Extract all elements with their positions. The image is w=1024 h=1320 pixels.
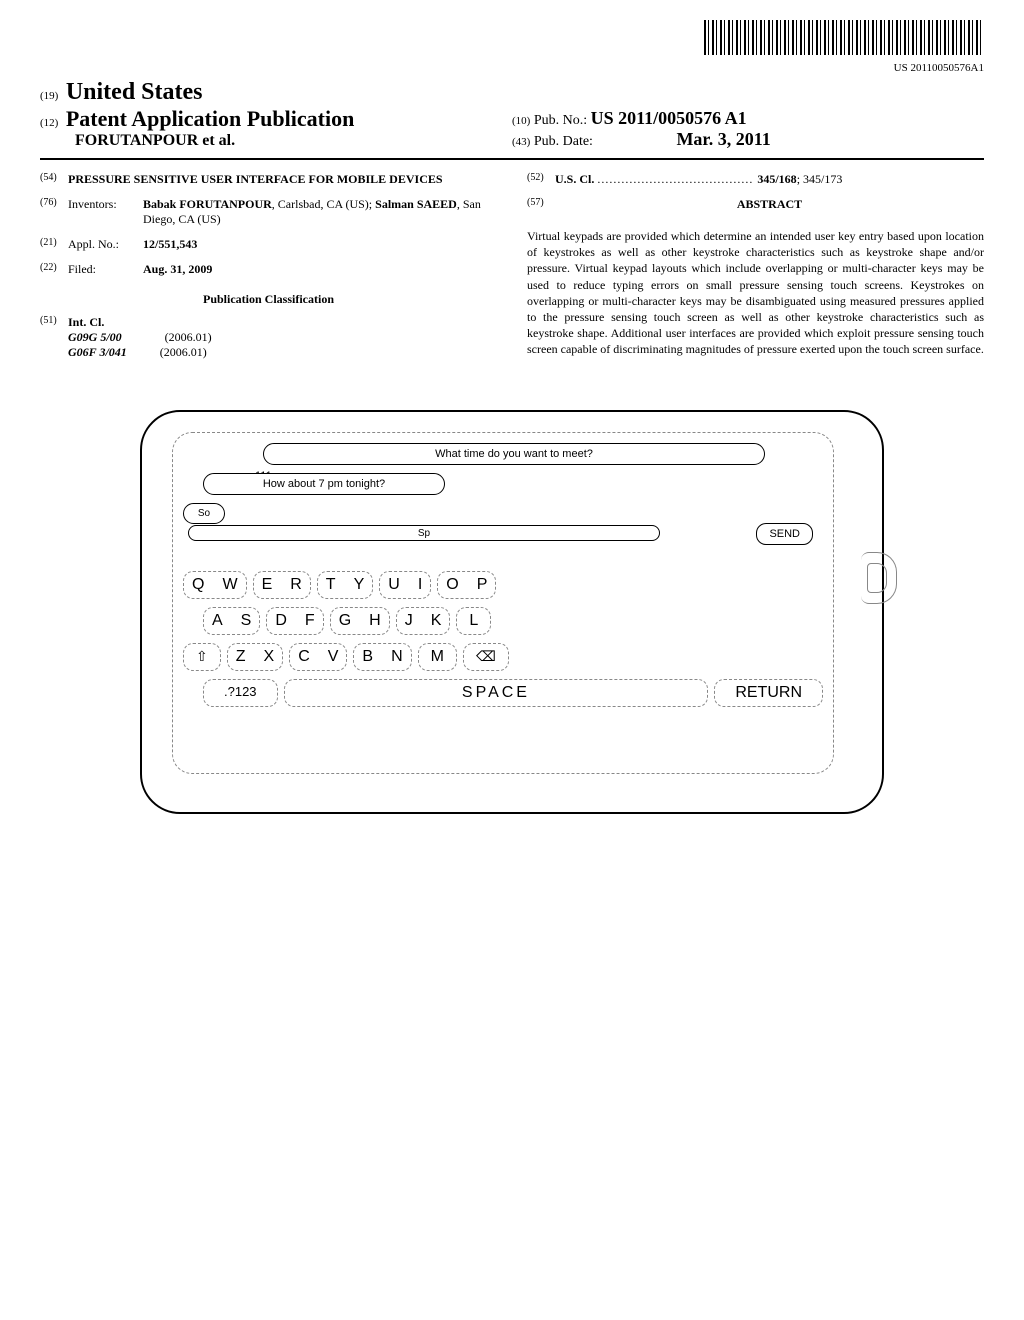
- key-y: Y: [354, 576, 365, 594]
- key-t: T: [326, 576, 336, 594]
- space-key: SPACE: [284, 679, 709, 707]
- key-d: D: [275, 612, 287, 630]
- key-z: Z: [236, 648, 246, 666]
- device-outline: What time do you want to meet? How about…: [140, 410, 884, 814]
- pub-class-title: Publication Classification: [40, 292, 497, 307]
- chat-bubble-3: So: [183, 503, 225, 524]
- return-key: RETURN: [714, 679, 823, 707]
- abstract-title: ABSTRACT: [555, 197, 984, 212]
- pub-no-num: (10): [512, 115, 530, 127]
- authors-header: FORUTANPOUR et al.: [75, 132, 512, 150]
- key-o: O: [446, 576, 458, 594]
- pub-type-num: (12): [40, 117, 58, 129]
- patent-figure: What time do you want to meet? How about…: [40, 410, 984, 814]
- key-r: R: [290, 576, 302, 594]
- key-f: F: [305, 612, 315, 630]
- home-button-icon: [861, 552, 897, 604]
- inventors: Babak FORUTANPOUR, Carlsbad, CA (US); Sa…: [143, 197, 497, 227]
- intcl-num: (51): [40, 315, 68, 360]
- inventors-num: (76): [40, 197, 68, 227]
- shift-key: ⇧: [183, 643, 221, 671]
- patent-title: PRESSURE SENSITIVE USER INTERFACE FOR MO…: [68, 172, 443, 187]
- key-u: U: [388, 576, 400, 594]
- pub-no: US 2011/0050576 A1: [591, 108, 747, 128]
- symbol-key: .?123: [203, 679, 278, 707]
- filed-val: Aug. 31, 2009: [143, 262, 497, 277]
- barcode: [704, 20, 984, 55]
- filed-num: (22): [40, 262, 68, 277]
- send-button: SEND: [756, 523, 813, 545]
- key-e: E: [262, 576, 273, 594]
- key-q: Q: [192, 576, 204, 594]
- inventors-label: Inventors:: [68, 197, 143, 227]
- key-v: V: [328, 648, 339, 666]
- pub-date: Mar. 3, 2011: [676, 129, 770, 149]
- key-w: W: [222, 576, 237, 594]
- uscl-val: 345/168: [757, 172, 796, 186]
- appl-label: Appl. No.:: [68, 237, 143, 252]
- chat-area: What time do you want to meet? How about…: [183, 443, 823, 563]
- uscl-dots: .......................................: [597, 172, 757, 186]
- virtual-keyboard: QW ER TY UI O P AS DF GH JK L ⇧: [183, 571, 823, 707]
- pub-date-num: (43): [512, 136, 530, 148]
- country: United States: [66, 79, 203, 105]
- intcl-label: Int. Cl.: [68, 315, 212, 330]
- key-b: B: [362, 648, 373, 666]
- intcl-2-year: (2006.01): [160, 345, 207, 359]
- chat-bubble-2: How about 7 pm tonight?: [203, 473, 445, 495]
- pub-type: Patent Application Publication: [66, 106, 354, 131]
- country-code-num: (19): [40, 90, 58, 102]
- barcode-text: US 20110050576A1: [40, 62, 984, 74]
- key-h: H: [369, 612, 381, 630]
- uscl-label: U.S. Cl.: [555, 172, 594, 186]
- title-num: (54): [40, 172, 68, 187]
- key-a: A: [212, 612, 223, 630]
- pub-no-label: Pub. No.:: [534, 113, 587, 128]
- key-m: M: [431, 648, 444, 666]
- key-i: I: [418, 576, 422, 594]
- key-c: C: [298, 648, 310, 666]
- chat-input: Sp: [188, 525, 660, 541]
- chat-bubble-1: What time do you want to meet?: [263, 443, 765, 465]
- key-k: K: [431, 612, 442, 630]
- key-l: L: [469, 612, 478, 630]
- intcl-1: G09G 5/00: [68, 330, 122, 344]
- document-header: (19) United States (12) Patent Applicati…: [40, 79, 984, 160]
- filed-label: Filed:: [68, 262, 143, 277]
- uscl-num: (52): [527, 172, 555, 187]
- backspace-key: ⌫: [463, 643, 509, 671]
- appl-num: (21): [40, 237, 68, 252]
- pub-date-label: Pub. Date:: [534, 134, 593, 149]
- key-x: X: [264, 648, 275, 666]
- intcl-2: G06F 3/041: [68, 345, 127, 359]
- screen-area: What time do you want to meet? How about…: [172, 432, 834, 774]
- abstract-text: Virtual keypads are provided which deter…: [527, 228, 984, 358]
- key-n: N: [391, 648, 403, 666]
- intcl-1-year: (2006.01): [165, 330, 212, 344]
- abstract-num: (57): [527, 197, 555, 218]
- key-g: G: [339, 612, 351, 630]
- key-j: J: [405, 612, 413, 630]
- appl-val: 12/551,543: [143, 237, 497, 252]
- key-p: P: [477, 576, 488, 594]
- key-s: S: [241, 612, 252, 630]
